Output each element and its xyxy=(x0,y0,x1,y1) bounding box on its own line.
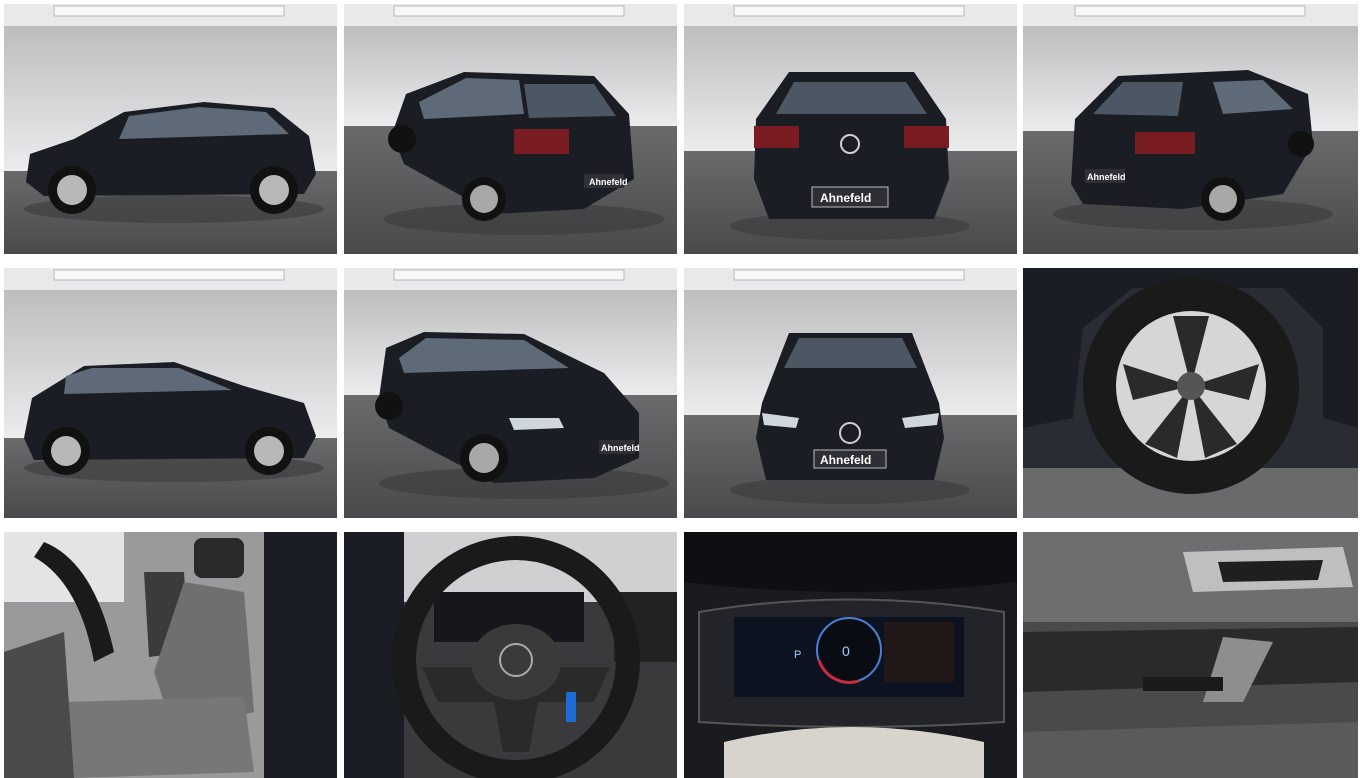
front-plate-text: Ahnefeld xyxy=(820,453,871,467)
cockpit-gear-indicator: P xyxy=(794,649,801,661)
gallery-photo-door-panel[interactable] xyxy=(1023,532,1358,778)
gallery-photo-rear-three-quarter-right[interactable]: Ahnefeld xyxy=(1023,4,1358,254)
gallery-photo-front[interactable]: Ahnefeld xyxy=(684,268,1017,518)
car-side-left-image xyxy=(4,4,337,254)
front-plate-text: Ahnefeld xyxy=(601,443,640,453)
rear-plate-text: Ahnefeld xyxy=(1087,172,1126,182)
gallery-photo-digital-cockpit[interactable]: 0 P xyxy=(684,532,1017,778)
digital-cockpit-image: 0 P xyxy=(684,532,1017,778)
car-rear-left-image: Ahnefeld xyxy=(344,4,677,254)
gallery-photo-rear[interactable]: Ahnefeld xyxy=(684,4,1017,254)
gallery-photo-front-seats[interactable] xyxy=(4,532,337,778)
car-rear-right-image: Ahnefeld xyxy=(1023,4,1358,254)
rear-plate-text: Ahnefeld xyxy=(820,191,871,205)
photo-gallery: Ahnefeld Ahnefeld Ahnefeld Ahnefeld Ahne… xyxy=(0,0,1365,778)
cockpit-speed-readout: 0 xyxy=(842,643,850,659)
gallery-photo-side-right[interactable] xyxy=(4,268,337,518)
seats-image xyxy=(4,532,337,778)
door-panel-image xyxy=(1023,532,1358,778)
wheel-image xyxy=(1023,268,1358,518)
car-rear-image: Ahnefeld xyxy=(684,4,1017,254)
gallery-photo-steering-wheel[interactable] xyxy=(344,532,677,778)
gallery-photo-side-left[interactable] xyxy=(4,4,337,254)
car-front-image: Ahnefeld xyxy=(684,268,1017,518)
gallery-photo-rear-three-quarter-left[interactable]: Ahnefeld xyxy=(344,4,677,254)
car-front-left-image: Ahnefeld xyxy=(344,268,677,518)
steering-wheel-image xyxy=(344,532,677,778)
gallery-photo-wheel-detail[interactable] xyxy=(1023,268,1358,518)
car-side-right-image xyxy=(4,268,337,518)
rear-plate-text: Ahnefeld xyxy=(589,177,628,187)
gallery-photo-front-three-quarter-left[interactable]: Ahnefeld xyxy=(344,268,677,518)
